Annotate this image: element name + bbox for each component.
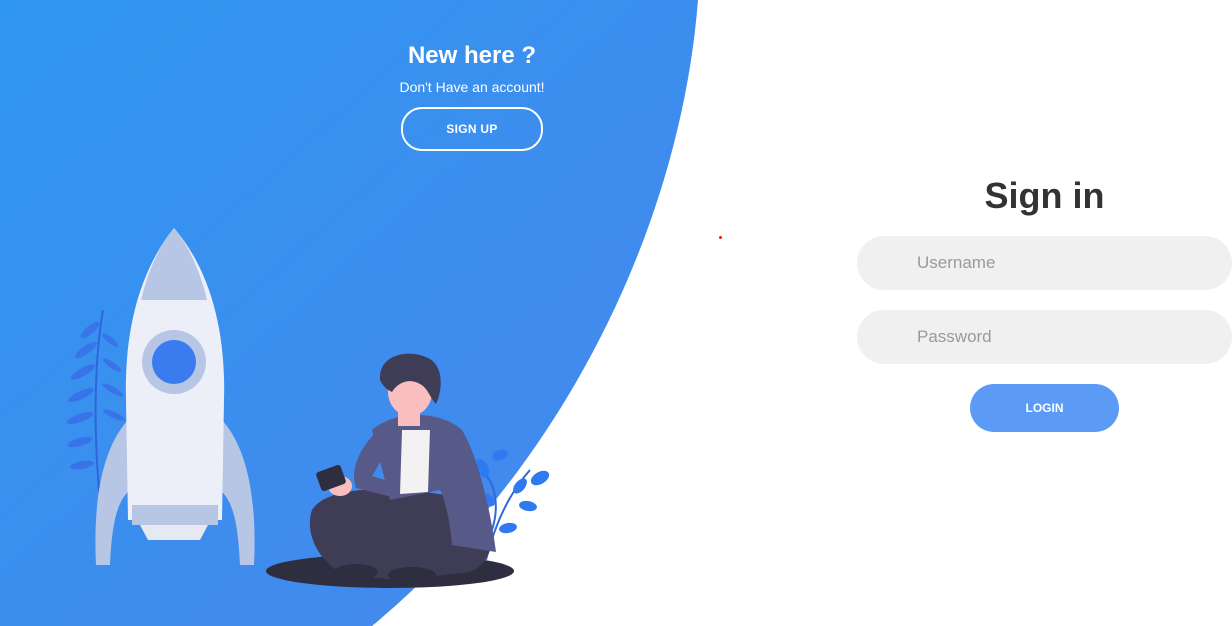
promo-subtitle: Don't Have an account! bbox=[399, 79, 545, 95]
password-field-container bbox=[857, 310, 1232, 364]
username-field-container bbox=[857, 236, 1232, 290]
signin-form: Sign in LOGIN bbox=[857, 172, 1232, 432]
signup-button[interactable]: SIGN UP bbox=[401, 107, 543, 151]
password-input[interactable] bbox=[857, 310, 1232, 364]
login-button[interactable]: LOGIN bbox=[970, 384, 1119, 432]
signin-title: Sign in bbox=[984, 175, 1105, 216]
signin-page: New here ? Don't Have an account! SIGN U… bbox=[0, 0, 1232, 626]
username-input[interactable] bbox=[857, 236, 1232, 290]
red-dot bbox=[719, 236, 722, 239]
signup-promo: New here ? Don't Have an account! SIGN U… bbox=[352, 40, 592, 151]
promo-title: New here ? bbox=[407, 42, 537, 69]
